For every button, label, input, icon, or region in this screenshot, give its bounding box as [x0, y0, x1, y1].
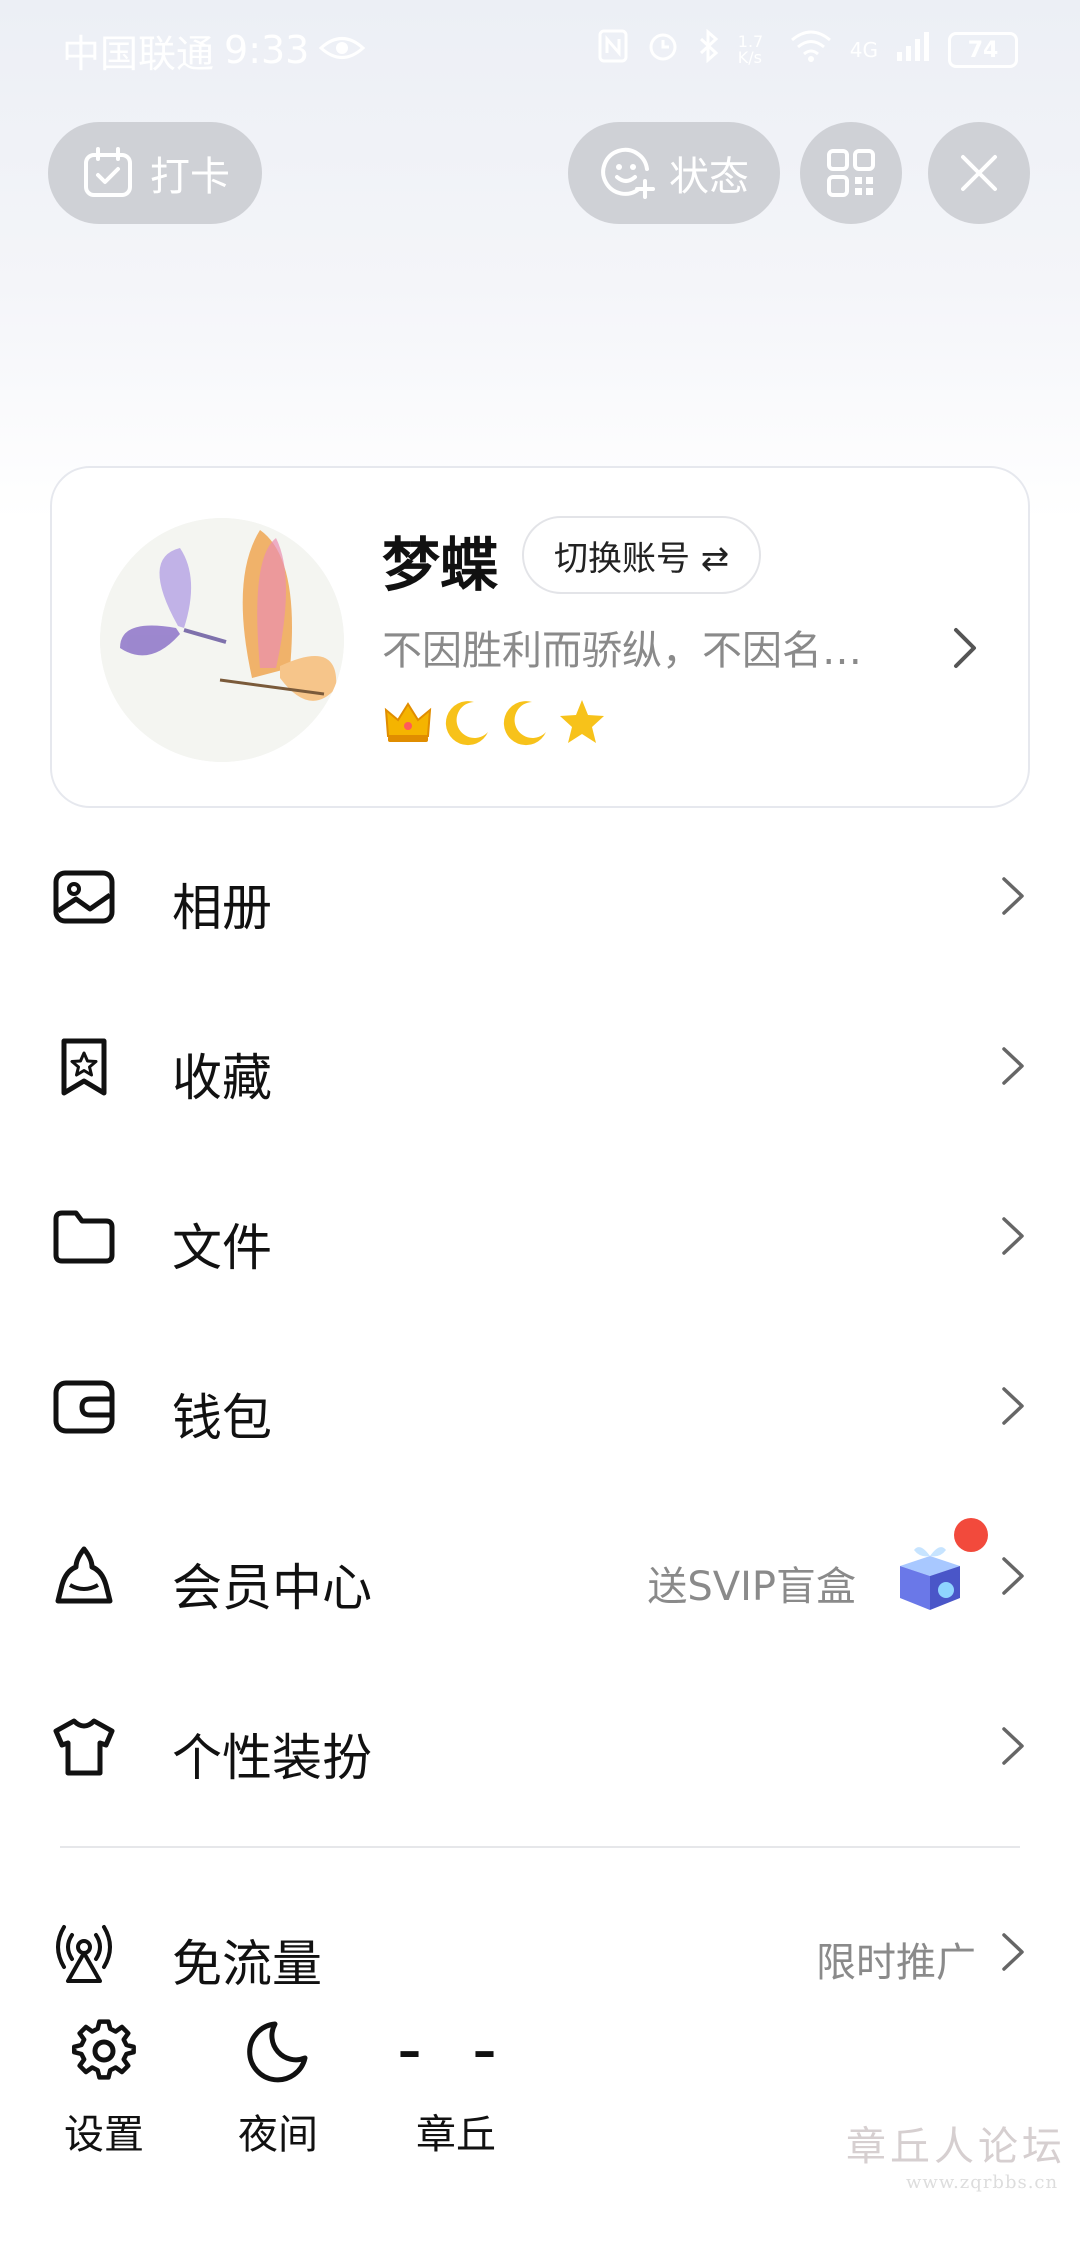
promo-label: 限时推广	[816, 1940, 976, 1986]
alarm-icon	[646, 29, 680, 71]
nfc-icon	[598, 29, 628, 71]
menu-label: 收藏	[172, 1049, 272, 1107]
switch-account-label: 切换账号 ⇄	[554, 538, 730, 579]
star-icon	[560, 700, 604, 743]
crown-icon	[384, 702, 432, 742]
close-button[interactable]	[928, 122, 1030, 224]
checkin-label: 打卡	[150, 154, 230, 200]
signal-icon	[896, 30, 930, 70]
smiley-add-icon	[601, 147, 655, 199]
moon-icon	[503, 701, 546, 746]
menu-item-vip-center[interactable]: 会员中心 送SVIP盲盒	[0, 1490, 1080, 1660]
menu-label: 文件	[172, 1219, 272, 1277]
status-label: 状态	[669, 154, 749, 200]
vip-icon	[55, 1546, 113, 1604]
menu-label: 免流量	[172, 1935, 322, 1993]
menu-item-wallet[interactable]: 钱包	[0, 1320, 1080, 1490]
folder-icon	[53, 1210, 115, 1264]
wifi-icon	[790, 30, 832, 70]
chevron-right-icon	[1002, 1387, 1024, 1425]
qr-code-button[interactable]	[800, 122, 902, 224]
qr-code-icon	[827, 149, 875, 197]
chevron-right-icon	[1002, 1047, 1024, 1085]
speed-label: 1.7 K/s	[737, 32, 764, 67]
menu-label: 个性装扮	[172, 1729, 372, 1787]
close-icon	[961, 155, 997, 191]
divider	[60, 1846, 1020, 1848]
signal-tower-icon	[56, 1925, 112, 1983]
chevron-right-icon	[1002, 1933, 1024, 1971]
menu-label: 会员中心	[172, 1559, 372, 1617]
chevron-right-icon	[1002, 1217, 1024, 1255]
album-icon	[53, 870, 115, 924]
menu-item-favorites[interactable]: 收藏	[0, 980, 1080, 1150]
menu-item-files[interactable]: 文件	[0, 1150, 1080, 1320]
moon-icon	[247, 2021, 308, 2083]
battery-icon: 74	[948, 32, 1018, 68]
profile-card[interactable]: 梦蝶 切换账号 ⇄ 不因胜利而骄纵，不因名…	[50, 466, 1030, 808]
favorites-icon	[61, 1038, 107, 1096]
status-bar: 中国联通 9:33 1.7 K/s 4G 74	[0, 0, 1080, 100]
temperature-value: – –	[397, 2024, 514, 2078]
chevron-right-icon	[954, 628, 976, 668]
settings-button[interactable]: 设置	[44, 2018, 164, 2168]
level-badges[interactable]	[382, 696, 608, 748]
notification-dot	[954, 1518, 988, 1552]
city-label: 章丘	[416, 2112, 496, 2158]
switch-account-button[interactable]: 切换账号 ⇄	[522, 516, 762, 594]
checkin-button[interactable]: 打卡	[48, 122, 262, 224]
night-mode-button[interactable]: 夜间	[218, 2018, 338, 2168]
signature: 不因胜利而骄纵，不因名…	[382, 628, 862, 674]
wallet-icon	[53, 1380, 115, 1434]
eye-icon	[319, 28, 366, 72]
menu-item-themes[interactable]: 个性装扮	[0, 1660, 1080, 1830]
moon-icon	[445, 701, 488, 746]
status-button[interactable]: 状态	[568, 122, 780, 224]
gear-icon	[71, 2019, 136, 2080]
weather-widget[interactable]: – – 章丘	[396, 2018, 516, 2168]
menu-item-free-data[interactable]: 免流量 限时推广	[0, 1866, 1080, 2036]
settings-label: 设置	[64, 2112, 144, 2158]
avatar[interactable]	[100, 518, 344, 762]
clock: 9:33	[224, 28, 310, 72]
menu-label: 钱包	[172, 1389, 272, 1447]
chevron-right-icon	[1002, 1727, 1024, 1765]
night-label: 夜间	[238, 2112, 318, 2158]
tshirt-icon	[53, 1718, 115, 1776]
menu-label: 相册	[172, 879, 272, 937]
chevron-right-icon	[1002, 877, 1024, 915]
menu-item-album[interactable]: 相册	[0, 810, 1080, 980]
svip-promo-label: 送SVIP盲盒	[647, 1564, 856, 1610]
calendar-check-icon	[84, 147, 132, 197]
gift-box-icon	[900, 1547, 960, 1610]
bluetooth-icon	[698, 28, 720, 71]
nickname: 梦蝶	[382, 531, 499, 599]
chevron-right-icon	[1002, 1557, 1024, 1595]
network-type-label: 4G	[849, 38, 878, 62]
carrier-label: 中国联通	[62, 31, 215, 76]
watermark: 章丘人论坛 www.zqrbbs.cn	[846, 2124, 1066, 2193]
